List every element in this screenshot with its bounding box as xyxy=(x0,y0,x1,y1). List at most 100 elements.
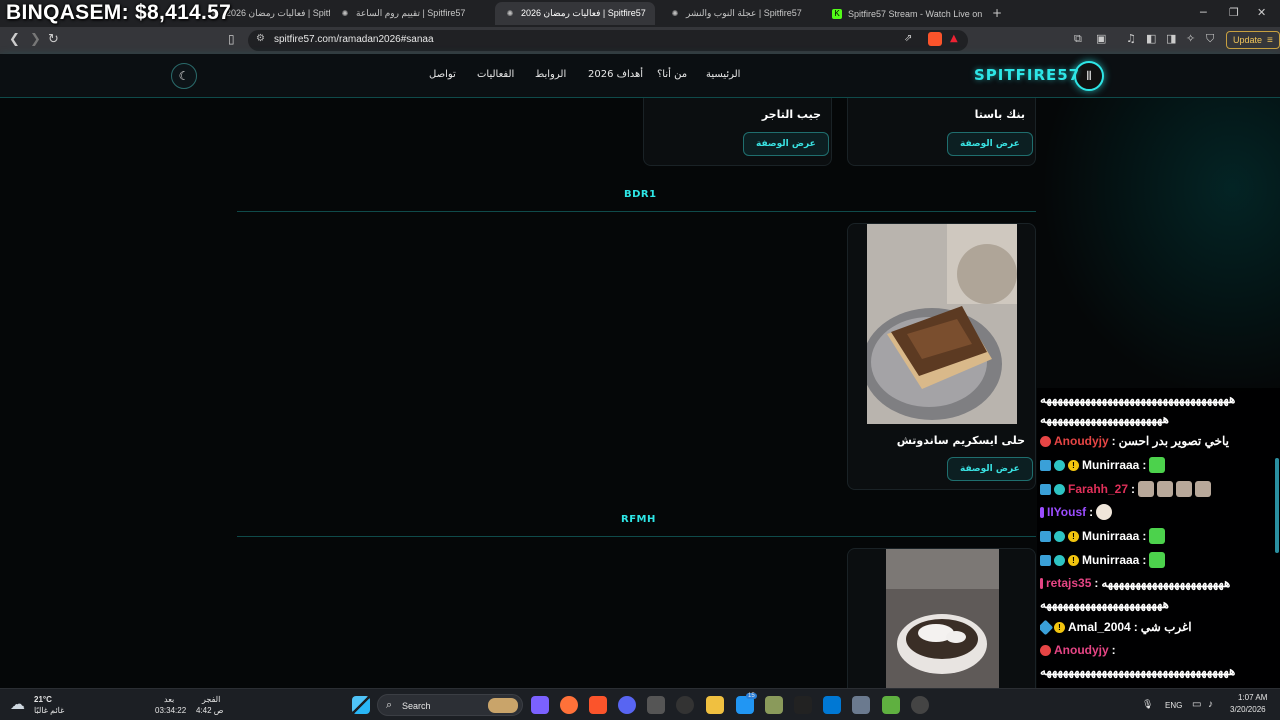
calculator-icon[interactable] xyxy=(852,696,870,714)
chat-message: ههههههههههههههههههههههه xyxy=(1040,593,1274,615)
brave-icon[interactable] xyxy=(589,696,607,714)
chat-text: ههههههههههههههههههههههه xyxy=(1040,412,1169,426)
recipe-photo xyxy=(867,224,1017,424)
tab-label: تقييم روم الساعة | Spitfire57 xyxy=(356,8,466,18)
share-icon[interactable]: ⇗ xyxy=(904,33,912,44)
recipe-title: جيب التاجر xyxy=(761,108,821,121)
tab-label: فعاليات رمضان 2026 | Spitfire57 xyxy=(521,8,646,18)
chat-scrollbar[interactable] xyxy=(1275,458,1279,553)
site-favicon-icon: ✺ xyxy=(341,9,349,18)
nav-contact[interactable]: تواصل xyxy=(429,69,456,80)
screen: ✺ فعاليات رمضان 2026 | Spitfire57 ✺ تقيي… xyxy=(0,0,1280,720)
forward-icon[interactable]: ❯ xyxy=(30,32,41,47)
restore-icon[interactable]: ❐ xyxy=(1229,6,1239,19)
wallet-icon[interactable]: ▣ xyxy=(1096,32,1106,45)
chat-message: ههههههههههههههههههههههههههههههههههه xyxy=(1040,660,1274,682)
discord-icon[interactable] xyxy=(618,696,636,714)
moderator-badge-icon xyxy=(1040,459,1051,471)
nav-goals[interactable]: أهداف 2026 xyxy=(588,69,643,80)
weather-icon[interactable]: ☁ xyxy=(10,695,25,713)
browser-tab[interactable]: ✺ تقييم روم الساعة | Spitfire57 xyxy=(330,2,490,25)
extensions-icon[interactable]: ⧉ xyxy=(1074,32,1082,46)
mic-icon[interactable]: 🎙 xyxy=(1142,699,1153,710)
gift-badge-icon: ! xyxy=(1068,554,1079,566)
vscode-icon[interactable] xyxy=(823,696,841,714)
update-button[interactable]: Update ≡ xyxy=(1226,31,1280,49)
view-recipe-button[interactable]: عرض الوصفة xyxy=(947,132,1033,156)
windows-start-icon[interactable] xyxy=(352,696,370,714)
minecraft-icon[interactable] xyxy=(765,696,783,714)
bookmark-icon[interactable]: ▯ xyxy=(228,32,235,46)
close-window-icon[interactable]: ✕ xyxy=(1257,6,1266,19)
volume-icon[interactable]: ♪ xyxy=(1208,699,1213,710)
media-icon[interactable]: ♫ xyxy=(1126,32,1136,45)
theme-toggle-button[interactable]: ☾ xyxy=(171,63,197,89)
chat-username: Farahh_27 xyxy=(1068,482,1129,496)
chat-text: ياخي تصوير بدر احسن xyxy=(1118,434,1230,448)
recipe-title: حلى ايسكريم ساندوتش xyxy=(896,434,1025,447)
kick-favicon-icon: K xyxy=(832,8,842,19)
brave-rewards-icon[interactable]: ▲ xyxy=(950,33,958,44)
file-explorer-icon[interactable] xyxy=(706,696,724,714)
weather-desc: غائم غالبًا xyxy=(34,706,65,715)
app-icon[interactable] xyxy=(647,696,665,714)
subscriber-badge-icon xyxy=(1054,459,1065,471)
url-text: spitfire57.com/ramadan2026#sanaa xyxy=(274,34,434,45)
clock-date: 3/20/2026 xyxy=(1230,705,1266,714)
app-settings-icon[interactable] xyxy=(911,696,929,714)
chat-message: ههههههههههههههههههههههه xyxy=(1040,408,1274,430)
view-recipe-button[interactable]: عرض الوصفة xyxy=(743,132,829,156)
chat-message: Anoudyjy : ياخي تصوير بدر احسن xyxy=(1040,430,1274,452)
site-favicon-icon: ✺ xyxy=(671,9,679,18)
wallet2-icon[interactable]: ◨ xyxy=(1166,32,1176,45)
subscriber-badge-icon xyxy=(1040,435,1051,447)
nav-home[interactable]: الرئيسية xyxy=(706,69,740,80)
reload-icon[interactable]: ↻ xyxy=(48,32,59,47)
brave-shields-icon[interactable] xyxy=(928,32,942,46)
update-label: Update xyxy=(1233,35,1263,45)
nav-about[interactable]: من أنا؟ xyxy=(657,69,687,80)
sidebar-icon[interactable]: ◧ xyxy=(1146,32,1156,45)
new-tab-button[interactable]: + xyxy=(992,6,1002,20)
recipe-card: جيب التاجر عرض الوصفة xyxy=(643,98,832,166)
copilot-icon[interactable] xyxy=(531,696,549,714)
search-icon: ⌕ xyxy=(386,698,393,711)
site-info-icon[interactable]: ⚙ xyxy=(256,33,265,44)
background-glow xyxy=(1040,98,1280,398)
vpn-icon[interactable]: ⛉ xyxy=(1206,32,1214,46)
browser-tab[interactable]: K Spitfire57 Stream - Watch Live on Ki xyxy=(822,2,982,25)
recipe-card: حلى ايسكريم ساندوتش عرض الوصفة xyxy=(847,223,1036,490)
address-bar[interactable]: ⚙ spitfire57.com/ramadan2026#sanaa ⇗ ▲ xyxy=(248,30,968,51)
chat-username: Anoudyjy xyxy=(1054,643,1109,657)
chat-username: Anoudyjy xyxy=(1054,434,1109,448)
minecraft-launcher-icon[interactable] xyxy=(882,696,900,714)
firefox-icon[interactable] xyxy=(560,696,578,714)
chat-emote-icon xyxy=(1149,528,1166,544)
nav-links[interactable]: الروابط xyxy=(535,69,566,80)
notification-badge: 15 xyxy=(746,693,757,699)
chat-username: Munirraaa xyxy=(1082,553,1140,567)
browser-tab-active[interactable]: ✺ فعاليات رمضان 2026 | Spitfire57 ✕ xyxy=(495,2,655,25)
leo-ai-icon[interactable]: ✧ xyxy=(1186,32,1195,45)
stream-money-overlay: BINQASEM: $8,414.57 xyxy=(6,1,232,24)
language-indicator[interactable]: ENG xyxy=(1165,701,1182,710)
display-icon[interactable]: ▭ xyxy=(1192,699,1201,710)
search-label: Search xyxy=(402,701,431,711)
obs-icon[interactable] xyxy=(676,696,694,714)
menu-icon: ≡ xyxy=(1267,34,1273,46)
browser-tab[interactable]: ✺ عجلة النوب والنشر | Spitfire57 xyxy=(660,2,820,25)
chat-username: retajs35 xyxy=(1046,576,1092,590)
section-divider xyxy=(237,536,1036,537)
weather-temp: 21°C xyxy=(34,695,52,704)
browser-toolbar: ❮ ❯ ↻ ▯ ⚙ spitfire57.com/ramadan2026#san… xyxy=(0,27,1280,54)
subscriber-badge-icon xyxy=(1040,644,1051,656)
chat-text: ههههههههههههههههههههههههههههههههههه xyxy=(1040,392,1236,406)
view-recipe-button[interactable]: عرض الوصفة xyxy=(947,457,1033,481)
minimize-icon[interactable]: ─ xyxy=(1200,6,1207,19)
app-g-icon[interactable] xyxy=(794,696,812,714)
nav-events[interactable]: الفعاليات xyxy=(477,69,514,80)
back-icon[interactable]: ❮ xyxy=(9,32,20,47)
sub-badge-icon xyxy=(1040,577,1043,589)
site-logo[interactable]: SPITFIRE57 xyxy=(974,66,1080,84)
taskbar-search[interactable]: ⌕ Search xyxy=(377,694,523,716)
